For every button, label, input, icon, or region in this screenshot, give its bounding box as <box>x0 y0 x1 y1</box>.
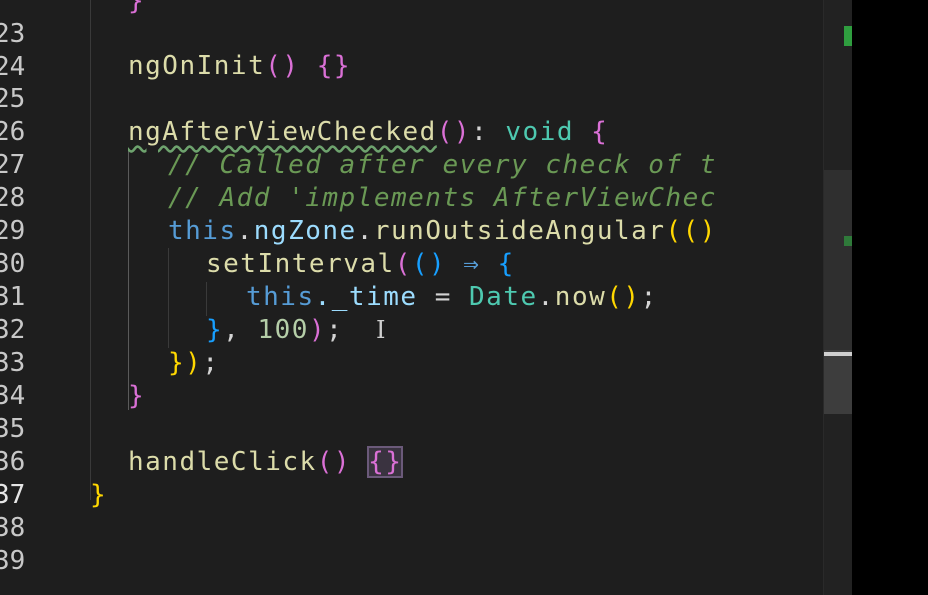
method-name: handleClick <box>128 447 317 477</box>
code-line: 31 setInterval(() ⇒ { <box>0 248 830 312</box>
line-number: 39 <box>0 546 26 576</box>
code-comment: // Called after every check of t <box>168 150 717 180</box>
text-cursor-icon: I <box>376 316 386 344</box>
git-change-marker <box>844 236 852 246</box>
code-line: 25 ngOnInit() {} <box>0 50 830 114</box>
scrollbar-track-region <box>824 170 852 350</box>
window-edge <box>852 0 928 595</box>
code-line: 24 <box>0 18 830 82</box>
code-line: 23 } <box>0 0 830 49</box>
code-line: 30 this.ngZone.runOutsideAngular(() <box>0 215 830 279</box>
code-line: 37 handleClick() {} <box>0 446 830 510</box>
code-line: 34 }); <box>0 347 830 411</box>
code-line: 28 // Called after every check of t <box>0 149 830 213</box>
method-name: ngOnInit <box>128 51 266 81</box>
code-comment: // Add 'implements AfterViewChec <box>168 183 717 213</box>
matched-bracket: {} <box>367 446 404 478</box>
git-change-marker <box>844 26 852 46</box>
code-line: 39 <box>0 512 830 576</box>
code-line: 32 this._time = Date.now(); <box>0 281 830 345</box>
code-line: 38 } <box>0 479 830 543</box>
code-line: 29 // Add 'implements AfterViewChec <box>0 182 830 246</box>
code-editor[interactable]: 23 } 24 25 ngOnInit() {} 26 27 ngAfterVi… <box>0 0 852 595</box>
code-line: 33 }, 100); I <box>0 314 830 378</box>
method-name: ngAfterViewChecked <box>128 117 437 147</box>
code-line: 26 <box>0 83 830 147</box>
scrollbar-thumb[interactable] <box>824 350 852 414</box>
code-line: 35 } <box>0 380 830 444</box>
cursor-position-marker <box>824 352 852 356</box>
code-line: 27 ngAfterViewChecked(): void { <box>0 116 830 180</box>
vertical-scrollbar[interactable] <box>823 0 852 595</box>
code-line: 36 <box>0 413 830 477</box>
